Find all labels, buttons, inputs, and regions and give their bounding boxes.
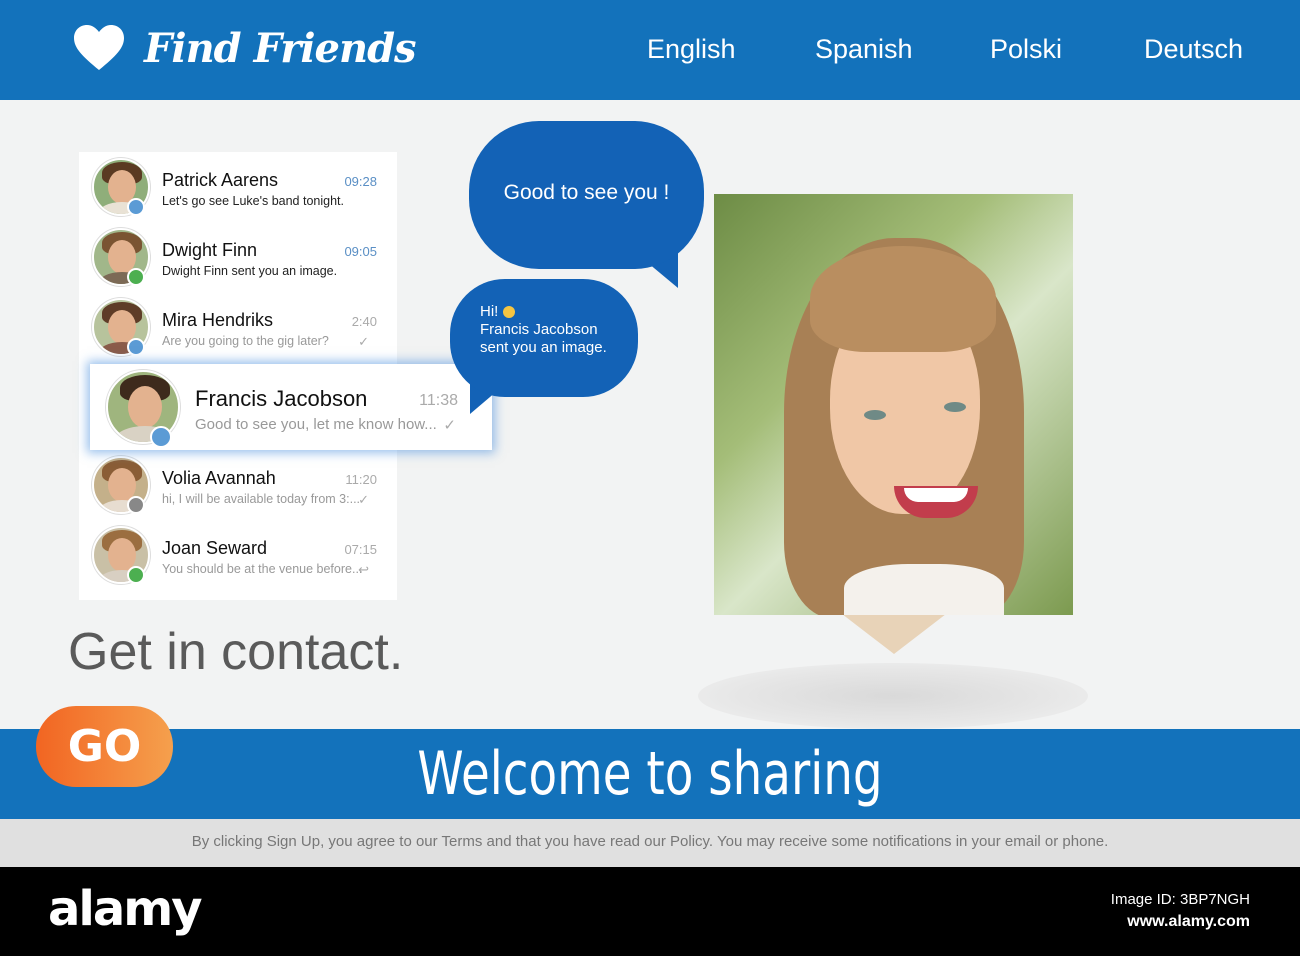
chat-message: You should be at the venue before... [162,562,362,576]
chat-name: Francis Jacobson [195,386,368,411]
lang-spanish[interactable]: Spanish [815,34,913,65]
chat-item-francis-selected[interactable]: Francis Jacobson 11:38 Good to see you, … [90,364,492,450]
emoji-icon [502,306,515,319]
photo-shadow [698,663,1088,729]
terms-text: By clicking Sign Up, you agree to our Te… [191,833,1109,850]
footer-url: www.alamy.com [1127,913,1250,930]
chat-item-joan[interactable]: Joan Seward 07:15 You should be at the v… [79,520,397,590]
status-icon [127,496,145,514]
chat-item-patrick[interactable]: Patrick Aarens 09:28 Let's go see Luke's… [79,152,397,222]
check-icon: ✓ [358,492,369,507]
headline: Get in contact. [68,623,404,681]
chat-name: Patrick Aarens [162,170,279,190]
banner-title: Welcome to sharing [417,739,883,809]
chat-name: Joan Seward [162,538,268,558]
check-icon: ✓ [443,417,456,434]
lang-deutsch[interactable]: Deutsch [1144,34,1243,65]
chat-time: 11:20 [345,472,377,487]
check-icon: ✓ [358,334,369,349]
photo-pointer [842,614,946,654]
reply-icon: ↩ [358,562,369,577]
lang-english[interactable]: English [647,34,736,65]
alamy-logo: alamy [48,881,203,937]
chat-name: Volia Avannah [162,468,276,488]
chat-name: Dwight Finn [162,240,258,260]
app-logo[interactable]: Find Friends [72,24,417,72]
status-icon [127,198,145,216]
bubble-text: Francis Jacobson sent you an image. [480,321,607,356]
chat-name: Mira Hendriks [162,310,274,330]
status-icon [127,566,145,584]
header-bar: Find Friends English Spanish Polski Deut… [0,0,1300,100]
chat-item-volia[interactable]: Volia Avannah 11:20 hi, I will be availa… [79,450,397,520]
chat-time: 07:15 [344,542,377,557]
heart-icon [74,25,124,70]
go-button[interactable]: GO [36,706,173,787]
terms-bar: By clicking Sign Up, you agree to our Te… [0,819,1300,867]
chat-message: Are you going to the gig later? [162,334,329,348]
chat-time: 09:28 [344,174,377,189]
chat-time: 09:05 [344,244,377,259]
image-id: Image ID: 3BP7NGH [1110,891,1250,908]
chat-time: 11:38 [419,392,458,409]
chat-item-mira[interactable]: Mira Hendriks 2:40 Are you going to the … [79,292,397,362]
lang-polski[interactable]: Polski [990,34,1062,65]
chat-time: 2:40 [351,314,377,329]
chat-item-dwight[interactable]: Dwight Finn 09:05 Dwight Finn sent you a… [79,222,397,292]
chat-message: Dwight Finn sent you an image. [162,264,338,278]
speech-bubble-small: Hi! Francis Jacobson sent you an image. [450,279,638,397]
status-icon [127,268,145,286]
chat-message: hi, I will be available today from 3:... [162,492,361,506]
bubble-text: Good to see you ! [503,181,670,204]
chat-message: Let's go see Luke's band tonight. [162,194,344,208]
status-icon [127,338,145,356]
app-title: Find Friends [144,24,417,72]
welcome-banner: Welcome to sharing [0,729,1300,819]
status-icon [150,426,172,448]
speech-bubble-large: Good to see you ! [469,121,704,269]
chat-message: Good to see you, let me know how... [195,416,437,433]
profile-photo [714,194,1073,615]
bubble-greeting: Hi! [480,303,499,320]
footer: alamy Image ID: 3BP7NGH www.alamy.com [0,867,1300,956]
